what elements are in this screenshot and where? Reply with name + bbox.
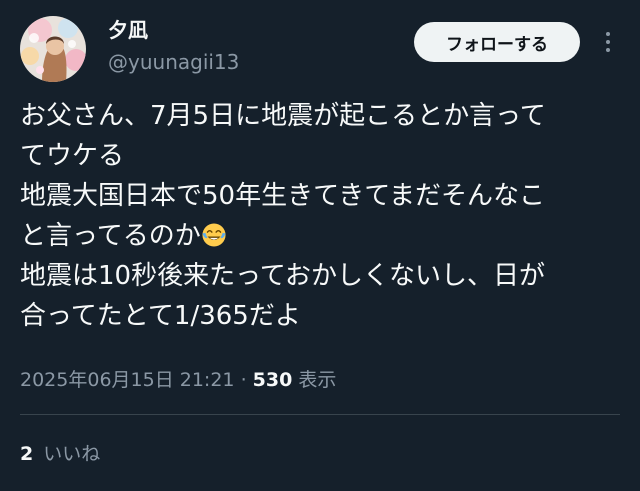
likes-count: 2 [20, 443, 34, 465]
likes-link[interactable]: 2 いいね [20, 440, 100, 468]
views-count: 530 [252, 369, 293, 391]
face-with-tears-of-joy-icon [202, 223, 226, 247]
tweet-line: 合ってたとて1/365だよ [20, 301, 301, 331]
more-options-icon[interactable] [598, 28, 618, 56]
tweet-text: お父さん、7月5日に地震が起こるとか言って てウケる 地震大国日本で50年生きて… [20, 96, 620, 336]
tweet-card: 夕凪 @yuunagii13 フォローする お父さん、7月5日に地震が起こるとか… [0, 0, 640, 491]
user-handle[interactable]: @yuunagii13 [108, 48, 239, 76]
more-dot [606, 40, 610, 44]
tweet-meta: 2025年06月15日 21:21 · 530 表示 [20, 366, 336, 394]
more-dot [606, 48, 610, 52]
tweet-line: 地震は10秒後来たっておかしくないし、日が [20, 261, 546, 291]
meta-separator: · [240, 369, 247, 391]
likes-label: いいね [43, 443, 101, 465]
display-name[interactable]: 夕凪 [108, 16, 239, 44]
author-info: 夕凪 @yuunagii13 [108, 16, 239, 76]
timestamp[interactable]: 2025年06月15日 21:21 [20, 369, 235, 391]
follow-button[interactable]: フォローする [414, 22, 580, 62]
tweet-line: 地震大国日本で50年生きてきてまだそんなこ [20, 181, 546, 211]
avatar[interactable] [20, 16, 86, 82]
tweet-line-with-emoji: と言ってるのか [20, 216, 620, 256]
more-dot [606, 32, 610, 36]
divider [20, 414, 620, 415]
tweet-line: お父さん、7月5日に地震が起こるとか言って [20, 101, 546, 131]
tweet-line: と言ってるのか [20, 221, 201, 251]
avatar-image [20, 16, 86, 82]
views-label: 表示 [298, 369, 337, 391]
tweet-line: てウケる [20, 141, 125, 171]
